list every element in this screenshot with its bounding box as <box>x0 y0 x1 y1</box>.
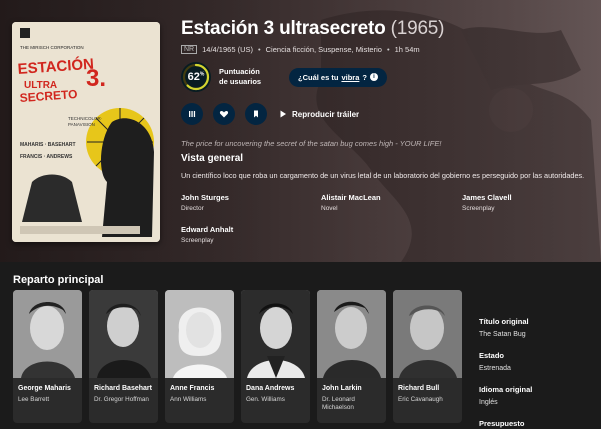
fact-status: Estado Estrenada <box>479 351 511 372</box>
action-bar: Reproducir tráiler <box>181 103 359 125</box>
crew-name[interactable]: Alistair MacLean <box>321 193 451 202</box>
movie-facts: NR 14/4/1965 (US) • Ciencia ficción, Sus… <box>181 45 591 54</box>
actor-name[interactable]: Anne Francis <box>170 385 214 392</box>
actor-photo <box>393 290 462 378</box>
actor-photo <box>13 290 82 378</box>
tagline: The price for uncovering the secret of t… <box>181 139 442 148</box>
heart-icon <box>219 111 229 118</box>
user-score-chart[interactable]: 62% <box>181 62 211 92</box>
actor-name[interactable]: Richard Basehart <box>94 385 152 392</box>
character-name: Dr. Gregor Hoffman <box>94 396 149 403</box>
character-name: Dr. Leonard Michaelson <box>322 396 355 411</box>
crew-role: Screenplay <box>181 237 214 244</box>
title-text[interactable]: Estación 3 ultrasecreto <box>181 18 386 39</box>
crew-role: Director <box>181 205 204 212</box>
cast-card[interactable]: Anne Francis Ann Williams <box>165 290 234 423</box>
fact-language: Idioma original Inglés <box>479 385 533 406</box>
movie-header: Estación 3 ultrasecreto (1965) NR 14/4/1… <box>181 18 591 54</box>
facts-sidebar: Título original The Satan Bug Estado Est… <box>479 317 594 429</box>
crew-item: Alistair MacLean Novel <box>321 193 451 212</box>
overview-text: Un científico loco que roba un cargament… <box>181 171 585 180</box>
actor-photo <box>89 290 158 378</box>
svg-text:FRANCIS · ANDREWS: FRANCIS · ANDREWS <box>20 154 73 160</box>
score-value: 62 <box>187 71 200 83</box>
cast-card[interactable]: George Maharis Lee Barrett <box>13 290 82 423</box>
character-name: Lee Barrett <box>18 396 50 403</box>
actor-name[interactable]: Richard Bull <box>398 385 439 392</box>
score-section: 62% Puntuación de usuarios ¿Cuál es tu v… <box>181 62 387 92</box>
character-name: Ann Williams <box>170 396 207 403</box>
poster-art: THE MIRISCH CORPORATION ESTACIÓN 3. ULTR… <box>12 22 160 242</box>
actor-name[interactable]: George Maharis <box>18 385 71 392</box>
fact-budget: Presupuesto <box>479 419 525 428</box>
svg-text:3.: 3. <box>86 65 106 92</box>
actor-photo <box>317 290 386 378</box>
cast-scroller[interactable]: George Maharis Lee Barrett Richard Baseha… <box>13 290 462 423</box>
actor-photo <box>165 290 234 378</box>
crew-role: Screenplay <box>462 205 495 212</box>
character-name: Eric Cavanaugh <box>398 396 443 403</box>
crew-name[interactable]: Edward Anhalt <box>181 225 311 234</box>
info-icon: i <box>369 73 378 81</box>
crew-item: James Clavell Screenplay <box>462 193 592 212</box>
cast-card[interactable]: Dana Andrews Gen. Williams <box>241 290 310 423</box>
genres[interactable]: Ciencia ficción, Suspense, Misterio <box>266 45 382 54</box>
cast-heading: Reparto principal <box>13 274 104 286</box>
runtime: 1h 54m <box>394 45 420 54</box>
cast-card[interactable]: Richard Basehart Dr. Gregor Hoffman <box>89 290 158 423</box>
certification-badge: NR <box>181 45 198 54</box>
crew-item: John Sturges Director <box>181 193 311 212</box>
svg-text:MAHARIS · BASEHART: MAHARIS · BASEHART <box>20 142 76 148</box>
crew-name[interactable]: John Sturges <box>181 193 311 202</box>
poster-studio: THE MIRISCH CORPORATION <box>20 45 84 50</box>
svg-text:TECHNICOLOR·: TECHNICOLOR· <box>68 116 102 121</box>
release-date: 14/4/1965 (US) <box>202 45 253 54</box>
crew-name[interactable]: James Clavell <box>462 193 592 202</box>
crew-item: Edward Anhalt Screenplay <box>181 225 311 244</box>
play-icon <box>280 110 286 118</box>
actor-name[interactable]: John Larkin <box>322 385 362 392</box>
add-to-list-button[interactable] <box>181 103 203 125</box>
cast-card[interactable]: John Larkin Dr. Leonard Michaelson <box>317 290 386 423</box>
list-icon <box>189 111 196 117</box>
overview-heading: Vista general <box>181 153 244 164</box>
cast-card[interactable]: Richard Bull Eric Cavanaugh <box>393 290 462 423</box>
movie-poster[interactable]: THE MIRISCH CORPORATION ESTACIÓN 3. ULTR… <box>12 22 160 242</box>
movie-title[interactable]: Estación 3 ultrasecreto (1965) <box>181 18 591 40</box>
bookmark-icon <box>254 110 258 118</box>
release-year: (1965) <box>390 18 445 39</box>
fact-original-title: Título original The Satan Bug <box>479 317 529 338</box>
hero-section: THE MIRISCH CORPORATION ESTACIÓN 3. ULTR… <box>0 0 601 262</box>
score-label: Puntuación de usuarios <box>219 67 262 86</box>
watchlist-button[interactable] <box>245 103 267 125</box>
svg-text:PANAVISION: PANAVISION <box>68 122 95 127</box>
play-trailer-button[interactable]: Reproducir tráiler <box>279 110 359 119</box>
crew-role: Novel <box>321 205 338 212</box>
actor-name[interactable]: Dana Andrews <box>246 385 294 392</box>
actor-photo <box>241 290 310 378</box>
favorite-button[interactable] <box>213 103 235 125</box>
character-name: Gen. Williams <box>246 396 285 403</box>
vibe-button[interactable]: ¿Cuál es tu vibra? i <box>289 67 387 87</box>
